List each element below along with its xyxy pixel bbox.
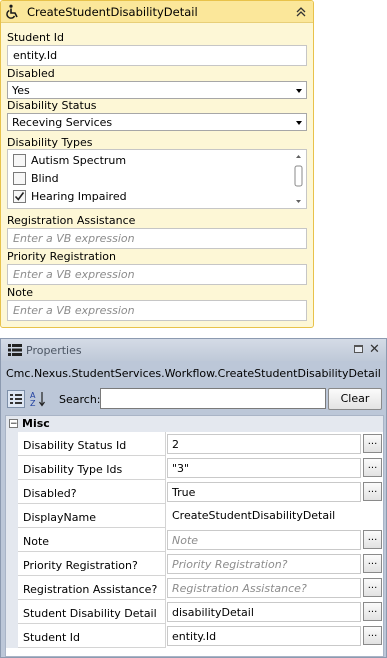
wheelchair-accessibility-icon — [5, 4, 21, 20]
clear-button[interactable]: Clear — [328, 388, 382, 410]
property-value-input[interactable]: Registration Assistance? — [167, 578, 361, 598]
autism-spectrum-checkbox[interactable] — [13, 154, 26, 167]
property-row[interactable]: Disability Type Ids "3" ... — [6, 456, 383, 480]
property-row[interactable]: Priority Registration? Priority Registra… — [6, 552, 383, 576]
property-row[interactable]: Note Note ... — [6, 528, 383, 552]
activity-designer[interactable]: CreateStudentDisabilityDetail Student Id… — [0, 0, 314, 328]
note-input[interactable]: Enter a VB expression — [7, 300, 307, 321]
property-row[interactable]: Student Disability Detail disabilityDeta… — [6, 600, 383, 624]
search-label: Search: — [59, 393, 101, 406]
property-value-input[interactable]: 2 — [167, 434, 361, 454]
priority-registration-input[interactable]: Enter a VB expression — [7, 264, 307, 285]
properties-title-bar[interactable]: Properties ✕ — [1, 339, 386, 361]
svg-text:Z: Z — [30, 399, 36, 408]
chevron-down-icon — [296, 121, 302, 125]
ellipsis-button[interactable]: ... — [363, 434, 382, 453]
checkmark-icon — [14, 192, 25, 201]
property-name: Disability Type Ids — [18, 456, 166, 480]
priority-registration-label: Priority Registration — [7, 250, 116, 263]
activity-title: CreateStudentDisabilityDetail — [27, 5, 198, 19]
disability-types-list[interactable]: Autism Spectrum Blind Hearing Impaired — [7, 149, 307, 209]
property-value-input[interactable]: True — [167, 482, 361, 502]
property-value-input[interactable]: "3" — [167, 458, 361, 478]
list-item-label: Autism Spectrum — [31, 154, 127, 167]
ellipsis-button[interactable]: ... — [363, 458, 382, 477]
disability-status-label: Disability Status — [7, 99, 97, 112]
property-grid: − Misc Disability Status Id 2 ... Disabi… — [5, 415, 384, 657]
student-id-label: Student Id — [7, 31, 65, 44]
property-name: Student Id — [18, 624, 166, 648]
selected-object-type: Cmc.Nexus.StudentServices.Workflow.Creat… — [6, 367, 381, 380]
hearing-impaired-checkbox[interactable] — [13, 190, 26, 203]
property-value-input[interactable]: Note — [167, 530, 361, 550]
categorized-view-icon[interactable] — [7, 390, 25, 408]
property-value-input[interactable]: Priority Registration? — [167, 554, 361, 574]
disability-types-label: Disability Types — [7, 136, 93, 149]
ellipsis-button[interactable]: ... — [363, 626, 382, 645]
property-value-input[interactable]: disabilityDetail — [167, 602, 361, 622]
activity-header[interactable]: CreateStudentDisabilityDetail — [1, 1, 313, 23]
disabled-label: Disabled — [7, 67, 55, 80]
properties-icon — [7, 342, 23, 358]
property-name: Disability Status Id — [18, 432, 166, 456]
property-value-input[interactable]: CreateStudentDisabilityDetail — [167, 505, 361, 525]
property-name: Note — [18, 528, 166, 552]
category-label: Misc — [22, 417, 50, 430]
ellipsis-button[interactable]: ... — [363, 578, 382, 597]
property-name: Registration Assistance? — [18, 576, 166, 600]
disabled-dropdown-value: Yes — [12, 84, 30, 97]
list-scrollbar[interactable] — [292, 151, 305, 207]
ellipsis-button[interactable]: ... — [363, 602, 382, 621]
property-name: Priority Registration? — [18, 552, 166, 576]
registration-assistance-label: Registration Assistance — [7, 214, 136, 227]
property-name: Student Disability Detail — [18, 600, 166, 624]
list-item-label: Hearing Impaired — [31, 190, 127, 203]
chevron-down-icon — [296, 89, 302, 93]
search-input[interactable] — [100, 388, 326, 409]
ellipsis-button[interactable]: ... — [363, 554, 382, 573]
close-icon[interactable]: ✕ — [369, 342, 380, 357]
property-row[interactable]: Registration Assistance? Registration As… — [6, 576, 383, 600]
collapse-icon[interactable]: − — [9, 419, 18, 429]
property-name: DisplayName — [18, 504, 166, 528]
disability-status-dropdown-value: Receving Services — [12, 116, 113, 129]
disabled-dropdown[interactable]: Yes — [7, 81, 307, 99]
sort-alphabetical-icon[interactable]: A Z — [29, 390, 47, 408]
properties-title: Properties — [26, 344, 82, 357]
properties-panel: Properties ✕ Cmc.Nexus.StudentServices.W… — [0, 338, 387, 658]
disability-status-dropdown[interactable]: Receving Services — [7, 113, 307, 131]
collapse-icon[interactable] — [293, 4, 309, 20]
property-row[interactable]: Student Id entity.Id ... — [6, 624, 383, 648]
properties-toolbar: A Z Search: Clear — [1, 387, 386, 413]
note-label: Note — [7, 286, 34, 299]
category-misc[interactable]: − Misc — [6, 416, 383, 432]
list-item-label: Blind — [31, 172, 59, 185]
property-name: Disabled? — [18, 480, 166, 504]
blind-checkbox[interactable] — [13, 172, 26, 185]
student-id-input[interactable]: entity.Id — [7, 45, 307, 66]
registration-assistance-input[interactable]: Enter a VB expression — [7, 228, 307, 249]
ellipsis-button[interactable]: ... — [363, 530, 382, 549]
property-row[interactable]: DisplayName CreateStudentDisabilityDetai… — [6, 504, 383, 528]
property-row[interactable]: Disability Status Id 2 ... — [6, 432, 383, 456]
maximize-icon[interactable] — [354, 345, 363, 353]
property-row[interactable]: Disabled? True ... — [6, 480, 383, 504]
ellipsis-button[interactable]: ... — [363, 482, 382, 501]
property-value-input[interactable]: entity.Id — [167, 626, 361, 646]
